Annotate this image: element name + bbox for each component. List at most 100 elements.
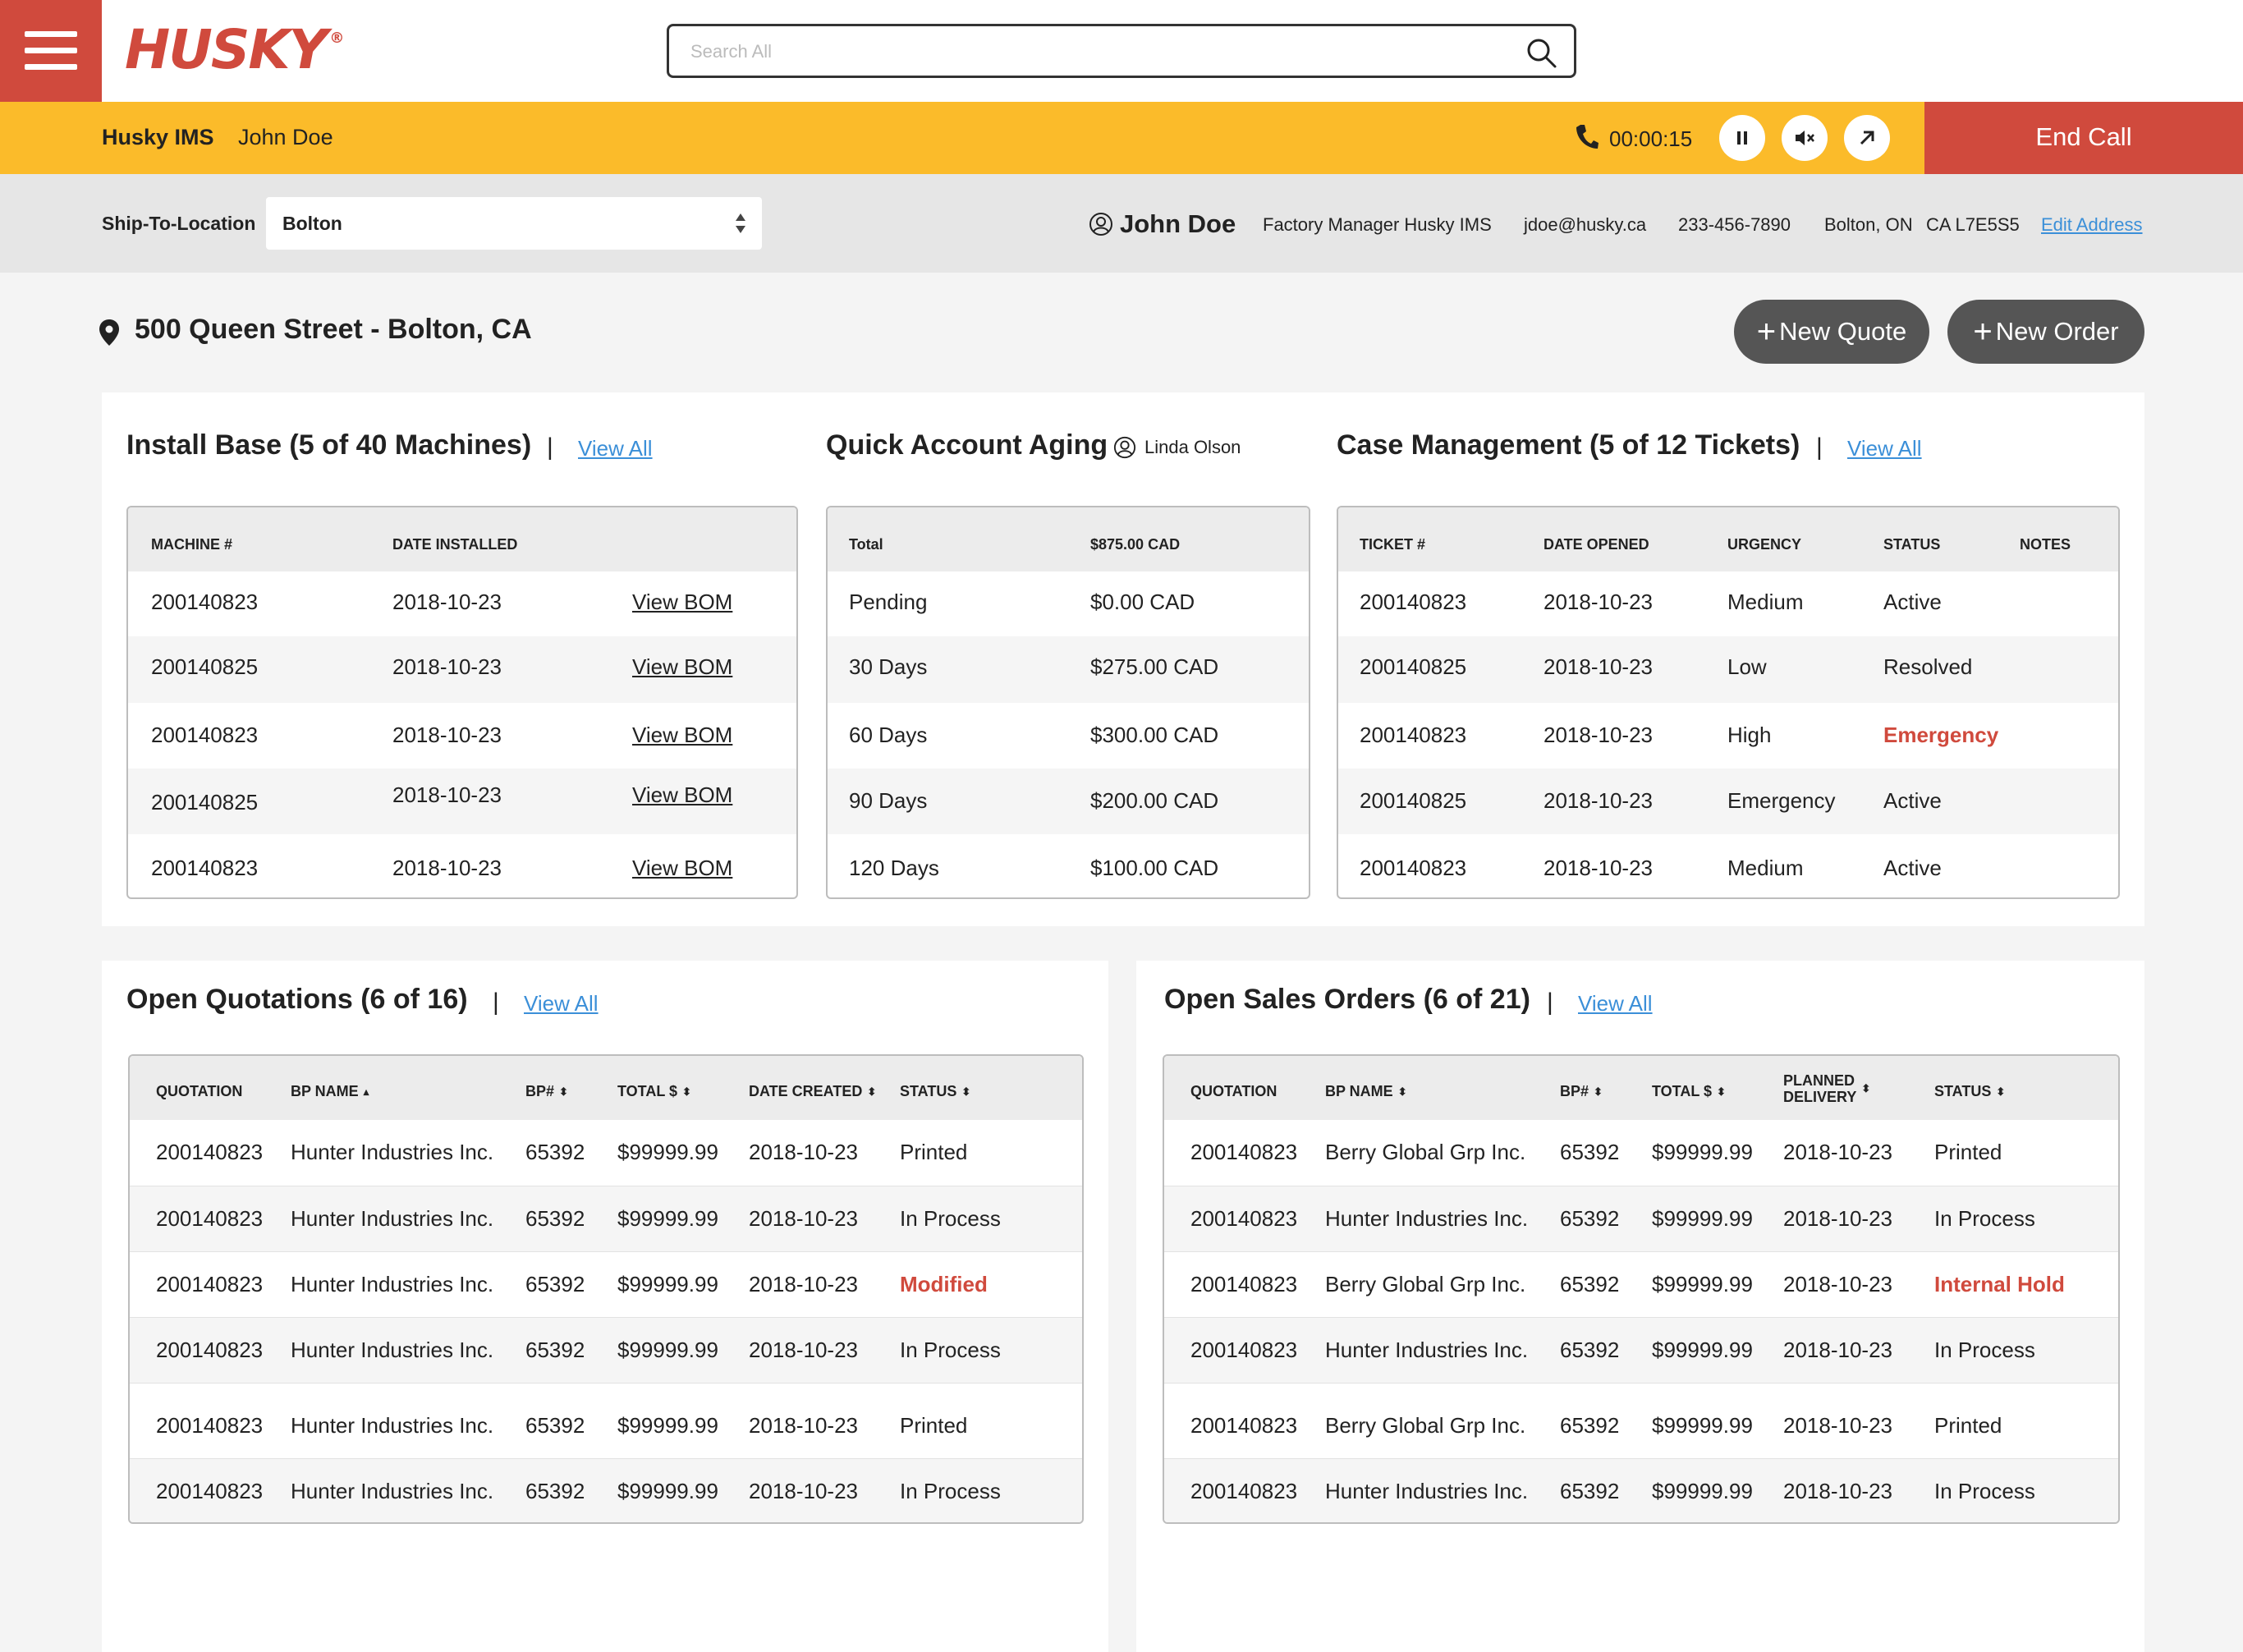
table-row: 200140825 2018-10-23 View BOM [128, 769, 796, 834]
open-quotations-title: Open Quotations (6 of 16) [126, 984, 468, 1015]
search-input[interactable] [689, 36, 1477, 67]
column-header: $875.00 CAD [1090, 536, 1181, 553]
table-header: QUOTATION BP NAME ▴ BP# ⬍ TOTAL $ ⬍ DATE CR… [130, 1056, 1082, 1120]
view-bom-link[interactable]: View BOM [632, 856, 732, 881]
sortable-column-header[interactable]: DATE CREATED ⬍ [749, 1083, 876, 1100]
bp-number: 65392 [1560, 1338, 1620, 1362]
search-icon[interactable] [1525, 36, 1557, 69]
order-status: Printed [1934, 1413, 2002, 1438]
sortable-column-header[interactable]: PLANNED DELIVERY⬍ [1783, 1072, 1870, 1105]
ticket-number: 200140823 [1360, 723, 1467, 747]
table-row: 200140823 2018-10-23 Medium Active [1338, 834, 2118, 897]
bp-number: 65392 [525, 1413, 585, 1438]
bp-number: 65392 [525, 1206, 585, 1231]
table-row: 60 Days $300.00 CAD [828, 703, 1309, 769]
quote-total: $99999.99 [617, 1479, 718, 1503]
aging-period: 60 Days [849, 723, 928, 747]
quote-total: $99999.99 [617, 1140, 718, 1164]
bp-name: Hunter Industries Inc. [1325, 1479, 1529, 1503]
table-row: 200140823 Hunter Industries Inc. 65392 $… [130, 1251, 1082, 1317]
view-bom-link[interactable]: View BOM [632, 782, 732, 808]
date-created: 2018-10-23 [749, 1479, 858, 1503]
view-bom-link[interactable]: View BOM [632, 590, 732, 615]
hamburger-menu-icon[interactable] [0, 0, 102, 102]
bp-name: Hunter Industries Inc. [291, 1413, 494, 1438]
table-row: 200140823 2018-10-23 Medium Active [1338, 571, 2118, 636]
case-management-view-all-link[interactable]: View All [1847, 436, 1922, 461]
ship-to-select[interactable]: Bolton [266, 197, 762, 250]
contact-title: Factory Manager Husky IMS [1263, 214, 1492, 235]
order-status: In Process [1934, 1206, 2035, 1231]
order-total: $99999.99 [1652, 1206, 1753, 1231]
plus-icon: + [1973, 314, 1993, 350]
table-row: 200140823 Berry Global Grp Inc. 65392 $9… [1164, 1383, 2118, 1458]
order-total: $99999.99 [1652, 1140, 1753, 1164]
sort-icon: ⬍ [1861, 1081, 1871, 1094]
edit-address-link[interactable]: Edit Address [2041, 214, 2143, 236]
case-management-title: Case Management (5 of 12 Tickets) [1337, 429, 1800, 461]
title-separator: | [1547, 989, 1553, 1016]
sortable-column-header[interactable]: BP# ⬍ [525, 1083, 568, 1100]
user-circle-icon [1113, 436, 1136, 459]
install-date: 2018-10-23 [392, 856, 502, 880]
quotation-id: 200140823 [156, 1272, 264, 1296]
table-row: 30 Days $275.00 CAD [828, 636, 1309, 703]
order-id: 200140823 [1190, 1140, 1298, 1164]
transfer-call-button[interactable] [1844, 115, 1890, 161]
title-separator: | [1816, 434, 1823, 461]
table-row: 90 Days $200.00 CAD [828, 769, 1309, 834]
bp-number: 65392 [1560, 1140, 1620, 1164]
table-header: MACHINE # DATE INSTALLED [128, 507, 796, 571]
quotations-view-all-link[interactable]: View All [524, 991, 599, 1016]
install-date: 2018-10-23 [392, 590, 502, 614]
date-opened: 2018-10-23 [1543, 590, 1653, 614]
contact-email: jdoe@husky.ca [1524, 214, 1647, 235]
machine-number: 200140823 [151, 590, 259, 614]
column-header: NOTES [2020, 536, 2071, 553]
table-row: 120 Days $100.00 CAD [828, 834, 1309, 897]
bp-number: 65392 [525, 1479, 585, 1503]
title-separator: | [547, 434, 553, 461]
view-bom-link[interactable]: View BOM [632, 723, 732, 748]
sort-icon: ⬍ [559, 1085, 568, 1098]
sortable-column-header[interactable]: STATUS ⬍ [900, 1083, 970, 1100]
quote-status: Printed [900, 1140, 968, 1164]
sortable-column-header[interactable]: STATUS ⬍ [1934, 1083, 2005, 1100]
select-arrows-icon [736, 213, 745, 233]
column-header: MACHINE # [151, 536, 233, 553]
ticket-status: Resolved [1883, 654, 1973, 679]
bp-name: Hunter Industries Inc. [291, 1206, 494, 1231]
sortable-column-header[interactable]: BP# ⬍ [1560, 1083, 1603, 1100]
new-quote-button[interactable]: + New Quote [1734, 300, 1929, 364]
install-base-view-all-link[interactable]: View All [578, 436, 653, 461]
view-bom-link[interactable]: View BOM [632, 654, 732, 680]
column-header: STATUS [1883, 536, 1941, 553]
quote-total: $99999.99 [617, 1338, 718, 1362]
map-pin-icon [99, 319, 119, 346]
table-row: 200140823 Hunter Industries Inc. 65392 $… [130, 1317, 1082, 1383]
new-order-button[interactable]: + New Order [1947, 300, 2144, 364]
title-separator: | [493, 989, 499, 1016]
column-header: Total [849, 536, 883, 553]
quotation-id: 200140823 [156, 1338, 264, 1362]
bp-number: 65392 [525, 1140, 585, 1164]
mute-call-button[interactable] [1782, 115, 1828, 161]
sortable-column-header[interactable]: BP NAME ⬍ [1325, 1083, 1407, 1100]
husky-logo[interactable]: HUSKY ® [125, 18, 344, 81]
account-owner-name: Linda Olson [1144, 437, 1241, 457]
quote-total: $99999.99 [617, 1206, 718, 1231]
sortable-column-header[interactable]: TOTAL $ ⬍ [1652, 1083, 1726, 1100]
sortable-column-header[interactable]: BP NAME ▴ [291, 1083, 369, 1100]
sales-orders-view-all-link[interactable]: View All [1578, 991, 1653, 1016]
sortable-column-header[interactable]: TOTAL $ ⬍ [617, 1083, 691, 1100]
aging-amount: $200.00 CAD [1090, 788, 1219, 813]
pause-call-button[interactable] [1719, 115, 1765, 161]
contact-phone: 233-456-7890 [1678, 214, 1791, 235]
quote-status: In Process [900, 1338, 1001, 1362]
call-timer: 00:00:15 [1609, 126, 1693, 151]
order-id: 200140823 [1190, 1272, 1298, 1296]
order-id: 200140823 [1190, 1413, 1298, 1438]
site-address: 500 Queen Street - Bolton, CA [135, 314, 532, 345]
end-call-button[interactable]: End Call [1924, 102, 2243, 174]
table-row: 200140823 Hunter Industries Inc. 65392 $… [1164, 1458, 2118, 1522]
